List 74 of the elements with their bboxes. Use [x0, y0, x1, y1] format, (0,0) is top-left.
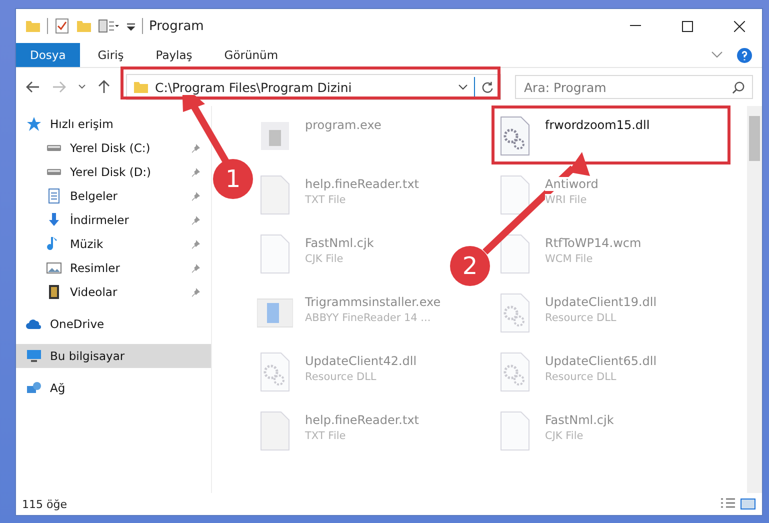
drive-icon	[46, 168, 62, 176]
chevron-icon[interactable]	[711, 51, 723, 59]
dropdown-icon[interactable]	[458, 84, 468, 90]
minimize-icon	[630, 25, 640, 27]
properties-icon[interactable]	[54, 18, 70, 34]
image-icon	[46, 260, 62, 276]
pin-icon[interactable]	[191, 191, 201, 201]
ribbon-tab[interactable]: Giriş	[84, 43, 138, 67]
file-type: CJK File	[545, 430, 584, 442]
help-icon[interactable]	[737, 48, 752, 62]
thumbnail-view-icon[interactable]	[740, 497, 756, 511]
file-type: ABBYY FineReader 14 ...	[305, 312, 431, 324]
pin-icon[interactable]	[191, 263, 201, 273]
file-name: frwordzoom15.dll	[545, 118, 650, 132]
computer-icon	[26, 348, 42, 364]
ribbon-tab[interactable]: Dosya	[16, 43, 80, 67]
file-name: UpdateClient42.dll	[305, 354, 417, 368]
sidebar-item[interactable]: Videolar	[16, 280, 211, 304]
file-name: UpdateClient65.dll	[545, 354, 657, 368]
window-title: Program	[149, 18, 204, 34]
sidebar-item[interactable]: Yerel Disk (C:)	[16, 136, 211, 160]
sidebar-item[interactable]: Belgeler	[16, 184, 211, 208]
drive-icon	[46, 144, 62, 152]
file-name: UpdateClient19.dll	[545, 295, 657, 309]
file-type: CJK File	[305, 253, 344, 265]
refresh-icon[interactable]	[481, 80, 494, 94]
file-name: help.fineReader.txt	[305, 413, 419, 427]
sidebar-item[interactable]: Müzik	[16, 232, 211, 256]
star-icon	[26, 116, 42, 132]
file-type: Resource DLL	[305, 371, 376, 383]
file-name: RtfToWP14.wcm	[545, 236, 642, 250]
download-icon	[46, 212, 62, 228]
back-icon[interactable]	[26, 81, 40, 93]
sidebar-item[interactable]: İndirmeler	[16, 208, 211, 232]
network-icon	[26, 380, 42, 396]
maximize-icon	[682, 20, 692, 32]
file-name: help.fineReader.txt	[305, 177, 419, 191]
close-icon	[734, 20, 744, 32]
file-type: WCM File	[545, 253, 593, 265]
scrollbar[interactable]	[747, 106, 762, 493]
video-icon	[46, 284, 62, 300]
sidebar-item[interactable]: Yerel Disk (D:)	[16, 160, 211, 184]
document-icon	[46, 188, 62, 204]
file-item[interactable]: frwordzoom15.dll	[497, 112, 650, 156]
ribbon-tab[interactable]: Paylaş	[142, 43, 206, 67]
file-type: TXT File	[305, 430, 346, 442]
pin-icon[interactable]	[191, 287, 201, 297]
pin-icon[interactable]	[191, 143, 201, 153]
up-icon[interactable]	[98, 80, 110, 94]
recent-icon[interactable]	[78, 84, 86, 90]
search-field[interactable]: Ara: Program	[515, 75, 753, 99]
folder-icon	[133, 79, 149, 95]
file-type: Resource DLL	[545, 371, 616, 383]
sidebar-item[interactable]: Hızlı erişim	[16, 112, 211, 136]
file-name: FastNml.cjk	[545, 413, 614, 427]
ribbon-tab[interactable]: Görünüm	[210, 43, 292, 67]
file-type: WRI File	[545, 194, 587, 206]
item-count: 115 öğe	[22, 498, 67, 510]
sidebar-item[interactable]: OneDrive	[16, 312, 211, 336]
file-type: Resource DLL	[545, 312, 616, 324]
file-name: Antiword	[545, 177, 598, 191]
file-type: TXT File	[305, 194, 346, 206]
file-name: Trigrammsinstaller.exe	[305, 295, 441, 309]
pin-icon[interactable]	[191, 215, 201, 225]
search-icon	[732, 81, 745, 94]
address-bar[interactable]: C:\Program Files\Program Dizini	[126, 74, 501, 100]
sidebar-item[interactable]: Resimler	[16, 256, 211, 280]
address-path: C:\Program Files\Program Dizini	[155, 80, 352, 94]
sidebar-item[interactable]: Bu bilgisayar	[16, 344, 211, 368]
pin-icon[interactable]	[191, 239, 201, 249]
sidebar-item[interactable]: Ağ	[16, 376, 211, 400]
file-name: FastNml.cjk	[305, 236, 374, 250]
view-icon[interactable]	[98, 18, 120, 34]
pin-icon[interactable]	[191, 167, 201, 177]
